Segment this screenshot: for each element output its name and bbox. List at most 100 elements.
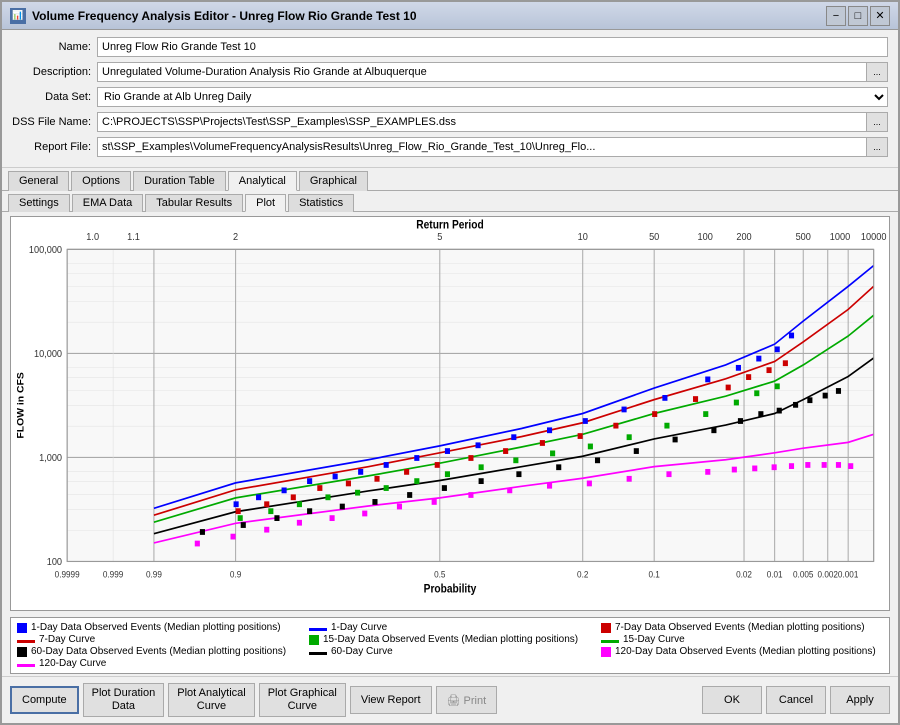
legend-15day-observed: 15-Day Data Observed Events (Median plot… (309, 634, 591, 645)
plot-analytical-button[interactable]: Plot AnalyticalCurve (168, 683, 254, 717)
svg-text:1.0: 1.0 (86, 232, 99, 244)
svg-text:1.1: 1.1 (127, 232, 140, 244)
dss-label: DSS File Name: (12, 116, 97, 128)
svg-text:Probability: Probability (424, 583, 477, 596)
svg-text:10000: 10000 (861, 232, 887, 244)
button-bar: Compute Plot DurationData Plot Analytica… (2, 676, 898, 723)
legend-7day-observed-swatch (601, 623, 611, 633)
dss-row: DSS File Name: ... (12, 111, 888, 133)
legend-15day-observed-label: 15-Day Data Observed Events (Median plot… (323, 634, 578, 645)
svg-text:0.1: 0.1 (649, 569, 660, 580)
svg-text:500: 500 (796, 232, 812, 244)
svg-text:FLOW in CFS: FLOW in CFS (16, 372, 26, 439)
name-input[interactable] (97, 37, 888, 57)
svg-text:0.99: 0.99 (146, 569, 162, 580)
svg-text:10,000: 10,000 (34, 348, 63, 360)
svg-text:50: 50 (649, 232, 660, 244)
tab-options[interactable]: Options (71, 171, 131, 191)
compute-button[interactable]: Compute (10, 686, 79, 714)
tab-ema-data[interactable]: EMA Data (72, 194, 144, 212)
cancel-button[interactable]: Cancel (766, 686, 826, 714)
legend-15day-observed-swatch (309, 635, 319, 645)
svg-text:5: 5 (437, 232, 443, 244)
legend-60day-observed-label: 60-Day Data Observed Events (Median plot… (31, 646, 286, 657)
legend-7day-observed-label: 7-Day Data Observed Events (Median plott… (615, 622, 865, 633)
svg-text:1,000: 1,000 (39, 452, 62, 464)
legend-7day-curve: 7-Day Curve (17, 634, 299, 645)
minimize-button[interactable]: − (826, 6, 846, 26)
svg-text:100: 100 (47, 556, 63, 568)
legend-1day-curve-label: 1-Day Curve (331, 622, 387, 633)
legend-120day-curve-swatch (17, 664, 35, 667)
print-button[interactable]: 🖨 Print (436, 686, 498, 714)
legend-120day-curve-label: 120-Day Curve (39, 658, 106, 669)
close-button[interactable]: ✕ (870, 6, 890, 26)
legend-1day-observed-label: 1-Day Data Observed Events (Median plott… (31, 622, 281, 633)
maximize-button[interactable]: □ (848, 6, 868, 26)
legend-120day-observed-label: 120-Day Data Observed Events (Median plo… (615, 646, 876, 657)
tab-tabular-results[interactable]: Tabular Results (145, 194, 243, 212)
tab-general[interactable]: General (8, 171, 69, 191)
legend-15day-curve: 15-Day Curve (601, 634, 883, 645)
svg-text:200: 200 (736, 232, 752, 244)
svg-text:0.005: 0.005 (793, 569, 814, 580)
svg-text:Return Period: Return Period (416, 219, 483, 232)
legend-area: 1-Day Data Observed Events (Median plott… (10, 617, 890, 674)
dss-browse-button[interactable]: ... (866, 112, 888, 132)
svg-text:0.9999: 0.9999 (55, 569, 80, 580)
svg-text:0.999: 0.999 (103, 569, 124, 580)
report-browse-button[interactable]: ... (866, 137, 888, 157)
main-window: 📊 Volume Frequency Analysis Editor - Unr… (0, 0, 900, 725)
tab-statistics[interactable]: Statistics (288, 194, 354, 212)
view-report-button[interactable]: View Report (350, 686, 432, 714)
legend-grid: 1-Day Data Observed Events (Median plott… (17, 622, 883, 669)
report-row: Report File: ... (12, 136, 888, 158)
dataset-select[interactable]: Rio Grande at Alb Unreg Daily (97, 87, 888, 107)
ok-button[interactable]: OK (702, 686, 762, 714)
description-label: Description: (12, 66, 97, 78)
legend-60day-curve-swatch (309, 652, 327, 655)
form-area: Name: Description: ... Data Set: Rio Gra… (2, 30, 898, 168)
title-bar: 📊 Volume Frequency Analysis Editor - Unr… (2, 2, 898, 30)
dataset-row: Data Set: Rio Grande at Alb Unreg Daily (12, 86, 888, 108)
svg-text:0.001: 0.001 (838, 569, 859, 580)
tab-plot[interactable]: Plot (245, 194, 286, 212)
svg-text:0.5: 0.5 (434, 569, 445, 580)
svg-text:0.2: 0.2 (577, 569, 588, 580)
dss-input[interactable] (97, 112, 866, 132)
svg-text:0.01: 0.01 (767, 569, 783, 580)
svg-text:0.002: 0.002 (818, 569, 839, 580)
svg-text:1000: 1000 (830, 232, 851, 244)
window-controls: − □ ✕ (826, 6, 890, 26)
plot-graphical-button[interactable]: Plot GraphicalCurve (259, 683, 346, 717)
name-label: Name: (12, 41, 97, 53)
app-icon: 📊 (10, 8, 26, 24)
legend-60day-observed: 60-Day Data Observed Events (Median plot… (17, 646, 299, 657)
legend-15day-curve-label: 15-Day Curve (623, 634, 685, 645)
tab-settings[interactable]: Settings (8, 194, 70, 212)
svg-text:10: 10 (578, 232, 589, 244)
dataset-label: Data Set: (12, 91, 97, 103)
window-title: Volume Frequency Analysis Editor - Unreg… (32, 9, 417, 23)
description-browse-button[interactable]: ... (866, 62, 888, 82)
tab-duration-table[interactable]: Duration Table (133, 171, 226, 191)
tab-graphical[interactable]: Graphical (299, 171, 368, 191)
tab-analytical[interactable]: Analytical (228, 171, 297, 191)
legend-7day-observed: 7-Day Data Observed Events (Median plott… (601, 622, 883, 633)
chart-container: 1.0 1.1 2 5 10 50 100 200 500 1000 10000… (10, 216, 890, 611)
legend-1day-observed: 1-Day Data Observed Events (Median plott… (17, 622, 299, 633)
main-tabs: General Options Duration Table Analytica… (2, 168, 898, 191)
svg-text:100,000: 100,000 (29, 244, 63, 256)
legend-1day-observed-swatch (17, 623, 27, 633)
report-label: Report File: (12, 141, 97, 153)
description-input[interactable] (97, 62, 866, 82)
plot-duration-button[interactable]: Plot DurationData (83, 683, 165, 717)
report-input[interactable] (97, 137, 866, 157)
legend-120day-curve: 120-Day Curve (17, 658, 299, 669)
apply-button[interactable]: Apply (830, 686, 890, 714)
description-row: Description: ... (12, 61, 888, 83)
legend-1day-curve: 1-Day Curve (309, 622, 591, 633)
legend-15day-curve-swatch (601, 640, 619, 643)
legend-60day-curve: 60-Day Curve (309, 646, 591, 657)
svg-text:2: 2 (233, 232, 238, 244)
